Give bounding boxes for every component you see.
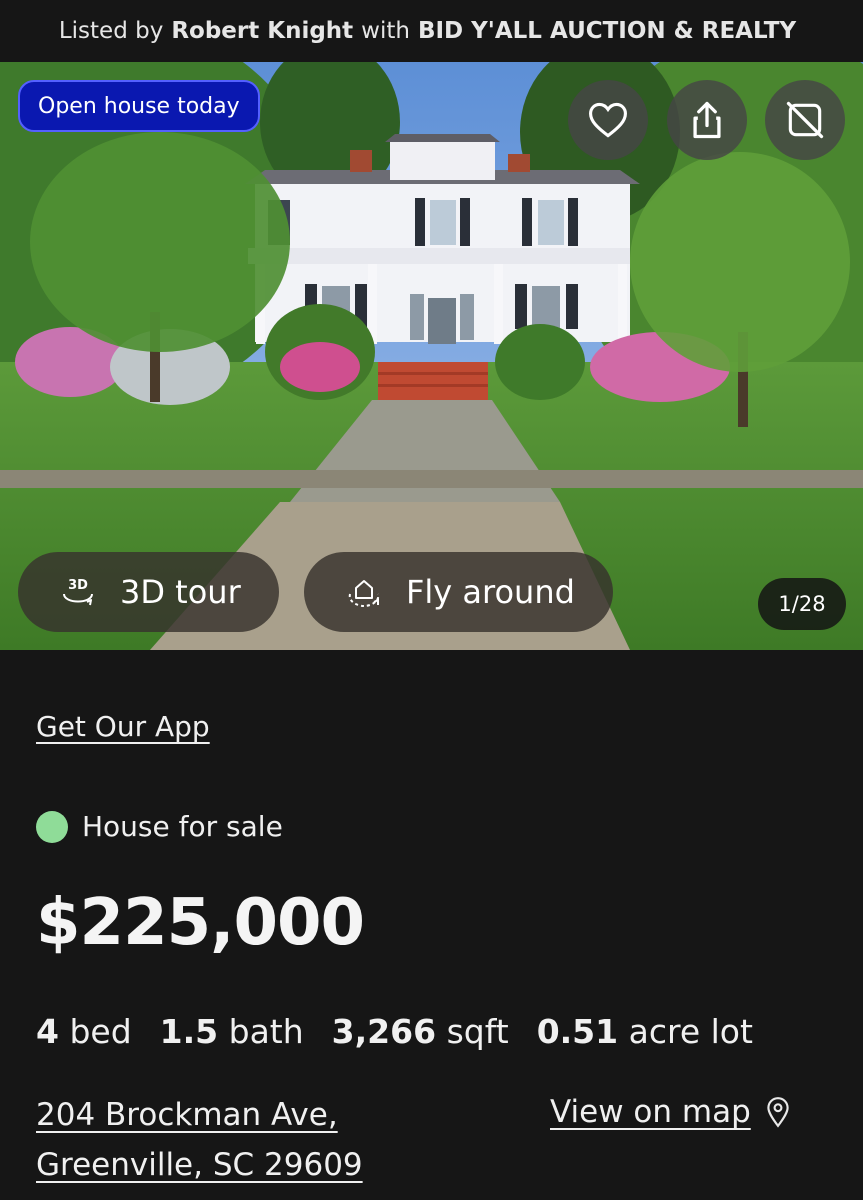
share-icon [693, 101, 721, 139]
map-pin-icon [765, 1096, 791, 1128]
fly-around-button[interactable]: Fly around [304, 552, 613, 632]
lot-unit: acre lot [628, 1012, 753, 1051]
view-on-map-link[interactable]: View on map [550, 1094, 791, 1130]
agent-name[interactable]: Robert Knight [171, 18, 353, 44]
view-on-map-label: View on map [550, 1094, 751, 1130]
beds-unit: bed [69, 1012, 132, 1051]
listing-status: House for sale [36, 810, 283, 843]
address-line-2: Greenville, SC 29609 [36, 1147, 363, 1183]
heart-icon [589, 102, 627, 138]
sqft-value: 3,266 [331, 1012, 437, 1051]
listed-by-label: Listed by [58, 18, 164, 44]
listing-photo-gallery[interactable]: Open house today 3D 3D tour Fly around 1… [0, 62, 863, 650]
brokerage-name[interactable]: BID Y'ALL AUCTION & REALTY [418, 18, 796, 44]
status-dot-icon [36, 810, 68, 843]
sqft-fact: 3,266 sqft [332, 1012, 509, 1051]
lot-fact: 0.51 acre lot [537, 1012, 753, 1051]
svg-text:3D: 3D [68, 578, 88, 593]
fly-around-icon [344, 572, 384, 612]
open-house-badge: Open house today [18, 80, 260, 132]
beds-value: 4 [36, 1012, 59, 1051]
3d-tour-button[interactable]: 3D 3D tour [18, 552, 279, 632]
hide-listing-button[interactable] [765, 80, 845, 160]
baths-unit: bath [228, 1012, 304, 1051]
with-label: with [361, 18, 410, 44]
3d-tour-label: 3D tour [120, 573, 241, 611]
3d-tour-icon: 3D [58, 574, 98, 610]
property-address-link[interactable]: 204 Brockman Ave, Greenville, SC 29609 [36, 1090, 363, 1190]
photo-counter: 1/28 [758, 578, 846, 630]
save-favorite-button[interactable] [568, 80, 648, 160]
listing-price: $225,000 [36, 886, 365, 960]
lot-value: 0.51 [536, 1012, 619, 1051]
status-label: House for sale [82, 810, 283, 843]
get-app-link[interactable]: Get Our App [36, 710, 210, 743]
beds-fact: 4 bed [36, 1012, 132, 1051]
share-button[interactable] [667, 80, 747, 160]
listing-attribution: Listed by Robert Knight with BID Y'ALL A… [0, 0, 863, 62]
address-line-1: 204 Brockman Ave, [36, 1097, 338, 1133]
property-facts: 4 bed 1.5 bath 3,266 sqft 0.51 acre lot [36, 1012, 781, 1051]
sqft-unit: sqft [446, 1012, 509, 1051]
no-photos-icon [786, 101, 824, 139]
fly-around-label: Fly around [406, 573, 575, 611]
baths-fact: 1.5 bath [160, 1012, 304, 1051]
baths-value: 1.5 [159, 1012, 219, 1051]
